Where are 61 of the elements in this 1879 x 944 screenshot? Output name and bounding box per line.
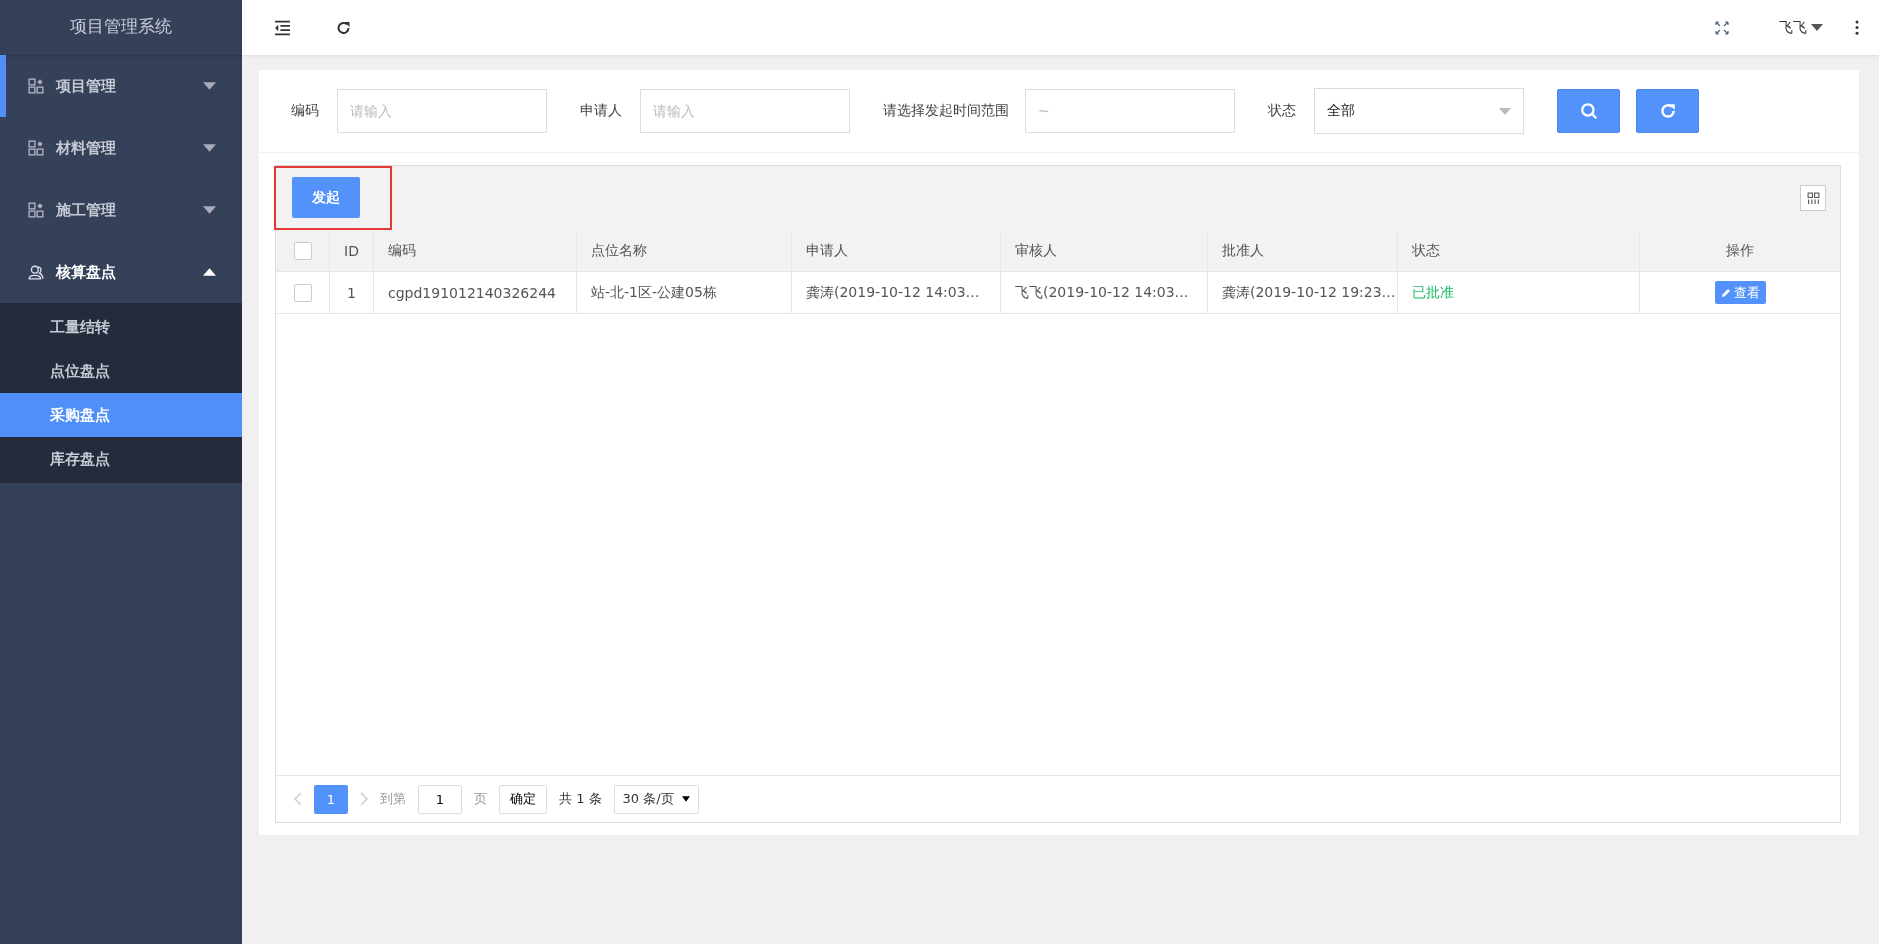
reset-button[interactable] bbox=[1636, 89, 1699, 133]
menu-item[interactable]: 施工管理 bbox=[0, 179, 242, 241]
caret-down-icon bbox=[203, 206, 216, 214]
page-unit: 页 bbox=[474, 790, 487, 808]
user-menu[interactable]: 飞飞 bbox=[1779, 18, 1823, 37]
grid-icon bbox=[28, 202, 44, 218]
filter-label: 编码 bbox=[291, 102, 319, 120]
table-cell: cgpd191012140326244 bbox=[374, 272, 577, 313]
column-header: 编码 bbox=[374, 230, 577, 271]
caret-down-icon bbox=[203, 82, 216, 90]
fullscreen-icon[interactable] bbox=[1715, 20, 1729, 35]
goto-label: 到第 bbox=[380, 790, 406, 808]
submenu-item[interactable]: 工量结转 bbox=[0, 305, 242, 349]
checkbox[interactable] bbox=[293, 241, 312, 260]
table-cell: 龚涛(2019-10-12 14:03… bbox=[792, 272, 1001, 313]
column-header: 批准人 bbox=[1208, 230, 1398, 271]
page-size-select[interactable]: 30 条/页 bbox=[613, 784, 699, 814]
filter-label: 状态 bbox=[1268, 102, 1296, 120]
page-input[interactable]: 1 bbox=[418, 784, 462, 814]
caret-down-icon bbox=[1811, 24, 1823, 31]
table-cell: 站-北-1区-公建05栋 bbox=[577, 272, 792, 313]
caret-down-icon bbox=[1499, 107, 1511, 115]
column-header: ID bbox=[330, 230, 374, 271]
table-cell: 1 bbox=[330, 272, 374, 313]
menu-item[interactable]: 核算盘点 bbox=[0, 241, 242, 303]
caret-down-icon bbox=[203, 144, 216, 152]
confirm-button[interactable]: 确定 bbox=[499, 784, 547, 814]
input-field[interactable]: 请输入 bbox=[640, 89, 850, 133]
input-field[interactable]: 请输入 bbox=[337, 89, 547, 133]
columns-icon bbox=[1806, 191, 1820, 205]
column-header: 状态 bbox=[1398, 230, 1640, 271]
column-header: 申请人 bbox=[792, 230, 1001, 271]
menu-item[interactable]: 材料管理 bbox=[0, 117, 242, 179]
checkbox[interactable] bbox=[293, 283, 312, 302]
app-title: 项目管理系统 bbox=[0, 0, 242, 55]
user-icon bbox=[28, 264, 44, 280]
table-cell: 龚涛(2019-10-12 19:23… bbox=[1208, 272, 1398, 313]
caret-up-icon bbox=[203, 268, 216, 276]
refresh-icon[interactable] bbox=[335, 19, 352, 36]
grid-icon bbox=[28, 78, 44, 94]
menu-collapse-icon[interactable] bbox=[274, 19, 291, 36]
more-icon[interactable] bbox=[1855, 20, 1859, 35]
filter-label: 申请人 bbox=[580, 102, 622, 120]
search-button[interactable] bbox=[1557, 89, 1620, 133]
date-range-field[interactable]: ~ bbox=[1025, 89, 1235, 133]
table-cell: 飞飞(2019-10-12 14:03… bbox=[1001, 272, 1208, 313]
grid-icon bbox=[28, 140, 44, 156]
total-count: 共 1 条 bbox=[559, 790, 602, 808]
caret-down-icon bbox=[681, 796, 690, 802]
status-select[interactable]: 全部 bbox=[1314, 88, 1524, 134]
column-header: 操作 bbox=[1725, 240, 1755, 260]
refresh-icon bbox=[1658, 102, 1677, 120]
column-header: 点位名称 bbox=[577, 230, 792, 271]
status-text: 已批准 bbox=[1398, 272, 1640, 313]
pencil-icon bbox=[1720, 287, 1731, 298]
columns-button[interactable] bbox=[1800, 185, 1826, 211]
search-icon bbox=[1579, 102, 1598, 120]
submenu-item[interactable]: 库存盘点 bbox=[0, 437, 242, 481]
submenu-item[interactable]: 点位盘点 bbox=[0, 349, 242, 393]
column-header: 审核人 bbox=[1001, 230, 1208, 271]
filter-label: 请选择发起时间范围 bbox=[883, 102, 1009, 120]
